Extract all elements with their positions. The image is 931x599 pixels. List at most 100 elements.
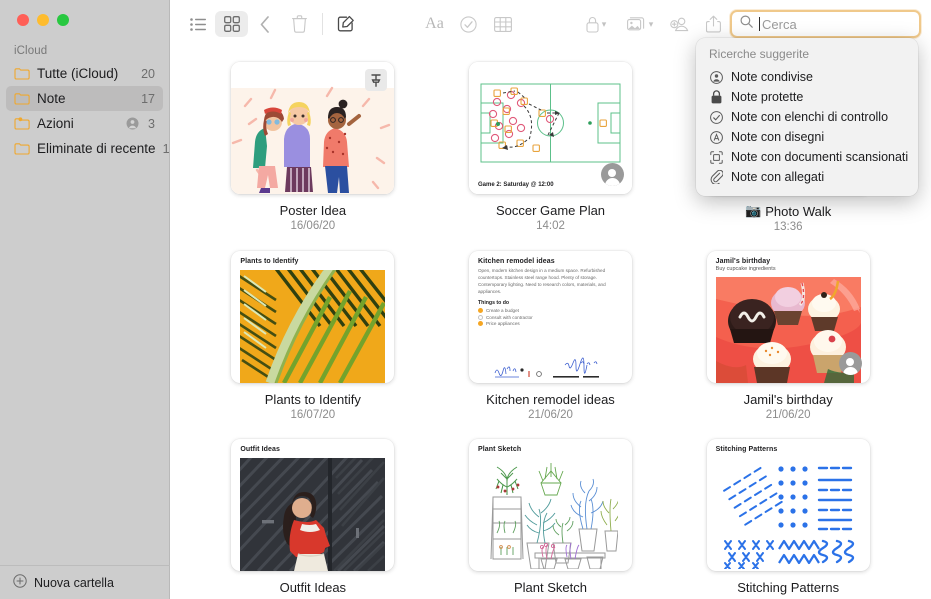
note-title-text: Jamil's birthday: [744, 392, 833, 407]
note-title: Outfit Ideas: [280, 580, 346, 595]
lock-button[interactable]: ▾: [574, 11, 618, 37]
checklist-row[interactable]: Price appliances: [469, 321, 632, 328]
note-item[interactable]: Plant Sketch: [432, 439, 670, 597]
note-body-text: Open, modern kitchen design in a medium …: [469, 265, 632, 295]
note-thumbnail[interactable]: Kitchen remodel ideas Open, modern kitch…: [469, 251, 632, 383]
dropdown-item-note-protette[interactable]: Note protette: [696, 87, 918, 107]
new-folder-button[interactable]: Nuova cartella: [0, 565, 170, 599]
sidebar-item-count: 1: [163, 142, 170, 156]
note-item[interactable]: Stitching Patterns: [669, 439, 907, 597]
notes-window: iCloud Tutte (iCloud) 20 Note 17 Azioni: [0, 0, 931, 599]
note-thumbnail[interactable]: Plants to Identify: [231, 251, 394, 383]
search-icon: [740, 15, 753, 33]
folder-icon: [14, 67, 30, 80]
compose-note-button[interactable]: [329, 11, 363, 37]
scan-document-icon: [709, 151, 723, 164]
dropdown-item-label: Note con elenchi di controllo: [731, 110, 888, 124]
note-thumbnail[interactable]: Jamil's birthday Buy cupcake ingredients: [707, 251, 870, 383]
note-title-text: Plant Sketch: [514, 580, 587, 595]
note-title-text: Photo Walk: [765, 204, 831, 219]
grid-view-icon[interactable]: [215, 11, 248, 37]
person-circle-icon: [709, 71, 723, 84]
note-item[interactable]: Poster Idea Poster Idea 16/06/20: [194, 62, 432, 233]
checkbox-checked-icon: [478, 308, 483, 313]
sidebar-item-label: Tutte (iCloud): [37, 66, 134, 81]
delete-button[interactable]: [282, 11, 316, 37]
checkbox-checked-icon: [478, 321, 483, 326]
stitching-patterns-drawing: [719, 459, 860, 571]
pin-icon[interactable]: [365, 69, 387, 91]
search-placeholder: Cerca: [762, 17, 797, 32]
lock-filled-icon: [709, 90, 723, 104]
note-title: Plant Sketch: [514, 580, 587, 595]
dropdown-item-note-condivise[interactable]: Note condivise: [696, 67, 918, 87]
note-date: 21/06/20: [528, 409, 573, 421]
note-title-text: Soccer Game Plan: [496, 203, 605, 218]
note-item[interactable]: Game 2: Saturday @ 12:00 Soccer Game Pla…: [432, 62, 670, 233]
note-title: Plants to Identify: [265, 392, 361, 407]
media-button[interactable]: ▾: [618, 11, 662, 37]
note-thumbnail-subtitle: Buy cupcake ingredients: [707, 265, 870, 272]
dropdown-item-note-con-disegni[interactable]: Note con disegni: [696, 127, 918, 147]
plus-circle-icon: [13, 574, 27, 591]
text-cursor: [759, 17, 760, 31]
note-thumbnail[interactable]: Stitching Patterns: [707, 439, 870, 571]
back-button[interactable]: [248, 11, 282, 37]
note-date: 13:36: [774, 221, 803, 233]
note-thumbnail-title: Plant Sketch: [469, 439, 632, 453]
sidebar-item-label: Azioni: [37, 116, 119, 131]
zoom-button[interactable]: [57, 14, 69, 26]
note-title-text: Outfit Ideas: [280, 580, 346, 595]
dropdown-item-note-con-elenchi-di-controllo[interactable]: Note con elenchi di controllo: [696, 107, 918, 127]
minimize-button[interactable]: [37, 14, 49, 26]
note-title: Jamil's birthday: [744, 392, 833, 407]
view-mode-segmented-control[interactable]: [182, 11, 248, 37]
dropdown-item-label: Note con allegati: [731, 170, 824, 184]
sidebar: iCloud Tutte (iCloud) 20 Note 17 Azioni: [0, 0, 170, 599]
drawing-circle-icon: [709, 131, 723, 144]
dropdown-item-label: Note con documenti scansionati: [731, 150, 908, 164]
note-item[interactable]: Kitchen remodel ideas Open, modern kitch…: [432, 251, 670, 421]
note-thumbnail-title: Outfit Ideas: [231, 439, 394, 453]
sidebar-item-azioni[interactable]: Azioni 3: [6, 111, 163, 136]
note-title: Stitching Patterns: [737, 580, 839, 595]
checklist-label: Consult with contractor: [486, 315, 533, 320]
share-export-button[interactable]: [696, 11, 730, 37]
note-thumbnail[interactable]: Plant Sketch: [469, 439, 632, 571]
note-item[interactable]: Outfit Ideas: [194, 439, 432, 597]
chevron-down-icon: ▾: [649, 20, 654, 29]
dropdown-item-label: Note protette: [731, 90, 803, 104]
note-thumbnail[interactable]: Outfit Ideas: [231, 439, 394, 571]
note-title-text: Stitching Patterns: [737, 580, 839, 595]
paperclip-icon: [709, 170, 723, 184]
format-text-label: Aa: [425, 15, 444, 33]
list-view-icon[interactable]: [182, 11, 215, 37]
note-thumbnail[interactable]: Game 2: Saturday @ 12:00: [469, 62, 632, 194]
toolbar-divider: [322, 13, 323, 35]
person-icon: [126, 117, 139, 130]
checkbox-unchecked-icon: [478, 315, 483, 320]
note-item[interactable]: Plants to Identify: [194, 251, 432, 421]
sidebar-item-eliminate-di-recente[interactable]: Eliminate di recente 1: [6, 136, 163, 161]
sidebar-item-count: 17: [141, 92, 155, 106]
search-container: Cerca: [730, 10, 921, 38]
table-button[interactable]: [486, 11, 520, 37]
plant-sketch-drawing: [483, 457, 618, 571]
note-date: 21/06/20: [766, 409, 811, 421]
note-title-text: Kitchen remodel ideas: [486, 392, 615, 407]
sidebar-item-tutte-icloud[interactable]: Tutte (iCloud) 20: [6, 61, 163, 86]
sidebar-item-count: 3: [148, 117, 155, 131]
sidebar-item-note[interactable]: Note 17: [6, 86, 163, 111]
window-controls: [0, 0, 169, 36]
add-person-button[interactable]: [662, 11, 696, 37]
note-thumbnail[interactable]: Poster Idea: [231, 62, 394, 194]
dropdown-item-note-con-documenti-scansionati[interactable]: Note con documenti scansionati: [696, 147, 918, 167]
checklist-button[interactable]: [452, 11, 486, 37]
dropdown-item-note-con-allegati[interactable]: Note con allegati: [696, 167, 918, 187]
search-input[interactable]: Cerca: [730, 10, 921, 38]
checklist-heading: Things to do: [469, 295, 632, 308]
format-text-button[interactable]: Aa: [418, 11, 452, 37]
shared-folder-icon: [14, 117, 30, 130]
note-item[interactable]: Jamil's birthday Buy cupcake ingredients: [669, 251, 907, 421]
close-button[interactable]: [17, 14, 29, 26]
